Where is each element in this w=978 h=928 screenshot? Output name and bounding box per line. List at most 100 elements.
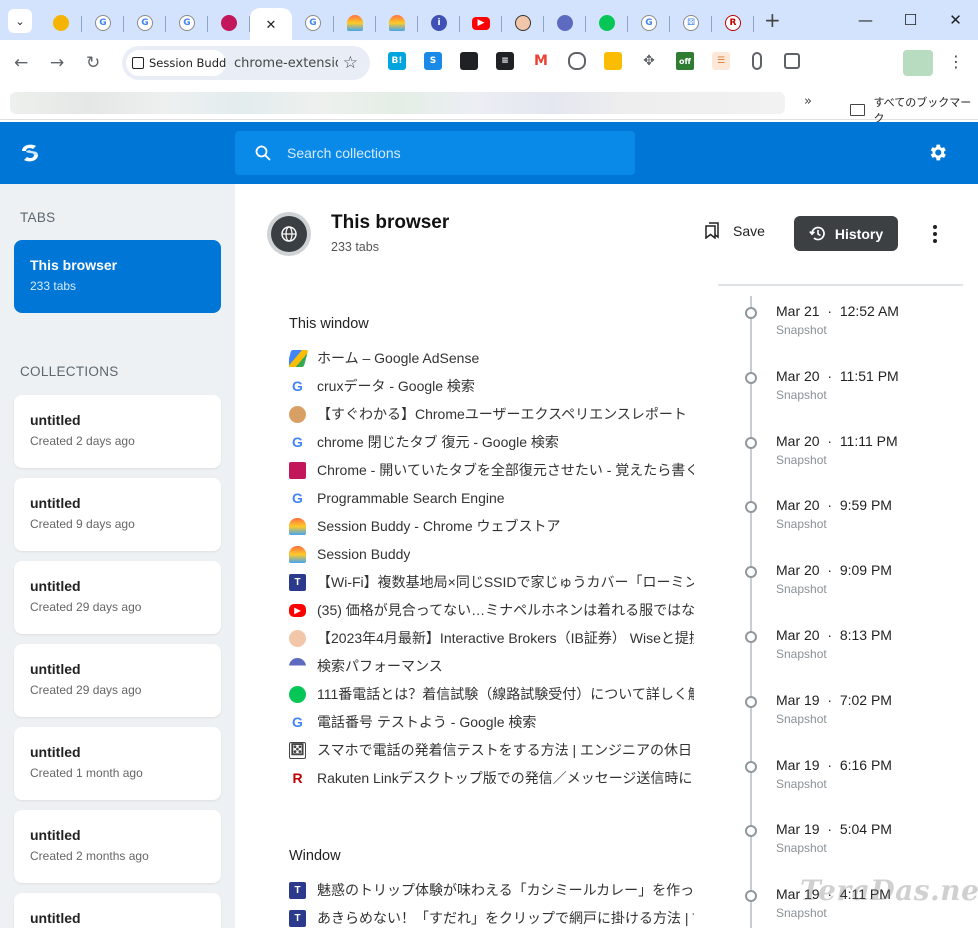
- address-bar[interactable]: Session Buddy chrome-extension://edaccon…: [122, 46, 370, 80]
- tab-title: (35) 価格が見合ってない…ミナペルホネンは着れる服ではない: [317, 602, 694, 618]
- history-snapshot[interactable]: Mar 19 · 5:04 PM Snapshot: [745, 819, 975, 869]
- new-tab-plus-icon[interactable]: +: [764, 10, 781, 30]
- tab-row[interactable]: 【すぐわかる】Chromeユーザーエクスペリエンスレポート（CrUX）とは？: [289, 400, 694, 428]
- tab-title: 電話番号 テストよう - Google 検索: [317, 714, 537, 730]
- collection-card[interactable]: untitled Created 2 days ago: [14, 395, 221, 468]
- tab-row[interactable]: T 魅惑のトリップ体験が味わえる「カシミールカレー」を作ってみた: [289, 876, 694, 904]
- reload-icon[interactable]: ↻: [86, 53, 100, 73]
- tab-row[interactable]: ▶ (35) 価格が見合ってない…ミナペルホネンは着れる服ではない: [289, 596, 694, 624]
- search-collections-box[interactable]: [235, 131, 635, 175]
- off-ext-icon[interactable]: off: [676, 52, 694, 70]
- snapshot-date: Mar 19: [776, 821, 820, 838]
- buffer-icon[interactable]: ≡: [496, 52, 514, 70]
- collection-card[interactable]: untitled Created 9 days ago: [14, 478, 221, 551]
- tab-row[interactable]: Chrome - 開いていたタブを全部復元させたい - 覚えたら書く: [289, 456, 694, 484]
- tab-row[interactable]: 【2023年4月最新】Interactive Brokers（IB証券） Wis…: [289, 624, 694, 652]
- move-icon[interactable]: ✥: [640, 52, 658, 70]
- extension-puzzle-icon: [132, 57, 144, 69]
- browser-tab[interactable]: [40, 8, 82, 38]
- browser-tab[interactable]: ⚄: [670, 8, 712, 38]
- window-close-icon[interactable]: ✕: [933, 0, 978, 40]
- incognito-icon[interactable]: [460, 52, 478, 70]
- site-info-chip[interactable]: Session Buddy: [126, 50, 226, 76]
- history-snapshot[interactable]: Mar 20 · 11:51 PM Snapshot: [745, 366, 975, 416]
- snapshot-time: 11:51 PM: [839, 367, 899, 384]
- search-collections-input[interactable]: [287, 145, 617, 161]
- collection-card[interactable]: untitled Created 2 months ago: [14, 810, 221, 883]
- maximize-icon[interactable]: ☐: [888, 0, 933, 40]
- collection-card[interactable]: untitled Created 1 month ago: [14, 727, 221, 800]
- tab-row[interactable]: Session Buddy - Chrome ウェブストア: [289, 512, 694, 540]
- extensions-puzzle-icon[interactable]: [784, 53, 800, 69]
- tab-row[interactable]: T 【Wi-Fi】複数基地局×同じSSIDで家じゅうカバー「ローミング」とは: [289, 568, 694, 596]
- tab-row[interactable]: 検索パフォーマンス: [289, 652, 694, 680]
- collection-title: untitled: [30, 578, 81, 594]
- url-text[interactable]: chrome-extension://edacconmaakjimmfgnblo…: [234, 56, 338, 71]
- browser-tab[interactable]: [208, 8, 250, 38]
- tab-search-chevron-icon[interactable]: ⌄: [8, 9, 32, 33]
- history-snapshot[interactable]: Mar 21 · 12:52 AM Snapshot: [745, 301, 975, 351]
- collection-title: untitled: [30, 827, 81, 843]
- browser-tab[interactable]: G: [166, 8, 208, 38]
- tab-row[interactable]: G 電話番号 テストよう - Google 検索: [289, 708, 694, 736]
- history-snapshot[interactable]: Mar 19 · 7:02 PM Snapshot: [745, 690, 975, 740]
- history-snapshot[interactable]: Mar 20 · 11:11 PM Snapshot: [745, 431, 975, 481]
- history-snapshot[interactable]: Mar 19 · 6:16 PM Snapshot: [745, 755, 975, 805]
- more-bookmarks-icon[interactable]: »: [804, 94, 812, 109]
- history-snapshot[interactable]: Mar 20 · 9:59 PM Snapshot: [745, 495, 975, 545]
- snapshot-date: Mar 20: [776, 432, 820, 449]
- tab-title: 検索パフォーマンス: [317, 658, 443, 674]
- back-arrow-icon[interactable]: ←: [14, 53, 28, 73]
- browser-tab[interactable]: [502, 8, 544, 38]
- collection-card[interactable]: untitled Created 29 days ago: [14, 644, 221, 717]
- session-buddy-icon[interactable]: S: [424, 52, 442, 70]
- session-buddy-logo-icon[interactable]: [19, 142, 41, 164]
- history-snapshot[interactable]: Mar 20 · 9:09 PM Snapshot: [745, 560, 975, 610]
- browser-tab[interactable]: [544, 8, 586, 38]
- tab-row[interactable]: Session Buddy: [289, 540, 694, 568]
- page-ext-icon[interactable]: ☰: [712, 52, 730, 70]
- timeline-dot-icon: [745, 825, 757, 838]
- browser-tab[interactable]: G: [82, 8, 124, 38]
- gmail-icon[interactable]: M: [532, 52, 550, 70]
- bookmark-star-icon[interactable]: ☆: [343, 53, 358, 73]
- profile-avatar[interactable]: [903, 50, 933, 76]
- tab-row[interactable]: R Rakuten Linkデスクトップ版での発信／メッセージ送信時に: [289, 764, 694, 792]
- minimize-icon[interactable]: —: [843, 0, 888, 40]
- keep-icon[interactable]: [604, 52, 622, 70]
- collection-card[interactable]: untitled Created 29 days ago: [14, 561, 221, 634]
- browser-tab[interactable]: ✕: [250, 8, 292, 42]
- tab-row[interactable]: ⚄ スマホで電話の発着信テストをする方法 | エンジニアの休日: [289, 736, 694, 764]
- mic-icon[interactable]: [752, 52, 762, 70]
- history-snapshot[interactable]: Mar 20 · 8:13 PM Snapshot: [745, 625, 975, 675]
- tab-row[interactable]: T あきらめない！「すだれ」をクリップで網戸に掛ける方法 | TeraDas: [289, 904, 694, 928]
- sidebar-item-this-browser[interactable]: This browser 233 tabs: [14, 240, 221, 313]
- tab-row[interactable]: G Programmable Search Engine: [289, 484, 694, 512]
- browser-tab[interactable]: [376, 8, 418, 38]
- tab-title: スマホで電話の発着信テストをする方法 | エンジニアの休日: [317, 742, 692, 758]
- browser-tab[interactable]: [334, 8, 376, 38]
- browser-tab[interactable]: R: [712, 8, 754, 38]
- browser-tab[interactable]: ▶: [460, 8, 502, 38]
- timeline-dot-icon: [745, 760, 757, 773]
- browser-tab[interactable]: G: [124, 8, 166, 38]
- close-icon[interactable]: ✕: [263, 17, 279, 33]
- browser-tab[interactable]: G: [628, 8, 670, 38]
- forward-arrow-icon[interactable]: →: [50, 53, 64, 73]
- line-ext-icon[interactable]: [568, 52, 586, 70]
- tab-row[interactable]: 111番電話とは？着信試験（線路試験受付）について詳しく解説: [289, 680, 694, 708]
- history-button[interactable]: History: [794, 216, 898, 251]
- more-vert-icon[interactable]: [932, 224, 938, 244]
- chrome-menu-icon[interactable]: ⋮: [948, 52, 964, 71]
- save-button[interactable]: Save: [705, 222, 765, 239]
- browser-tab[interactable]: i: [418, 8, 460, 38]
- snapshot-label: Snapshot: [776, 906, 827, 921]
- browser-tab[interactable]: G: [292, 8, 334, 38]
- tab-row[interactable]: ホーム – Google AdSense: [289, 344, 694, 372]
- collection-card[interactable]: untitled: [14, 893, 221, 928]
- gear-icon[interactable]: [927, 142, 948, 163]
- tab-row[interactable]: Gcruxデータ - Google 検索: [289, 372, 694, 400]
- tab-row[interactable]: Gchrome 閉じたタブ 復元 - Google 検索: [289, 428, 694, 456]
- browser-tab[interactable]: [586, 8, 628, 38]
- hatena-icon[interactable]: B!: [388, 52, 406, 70]
